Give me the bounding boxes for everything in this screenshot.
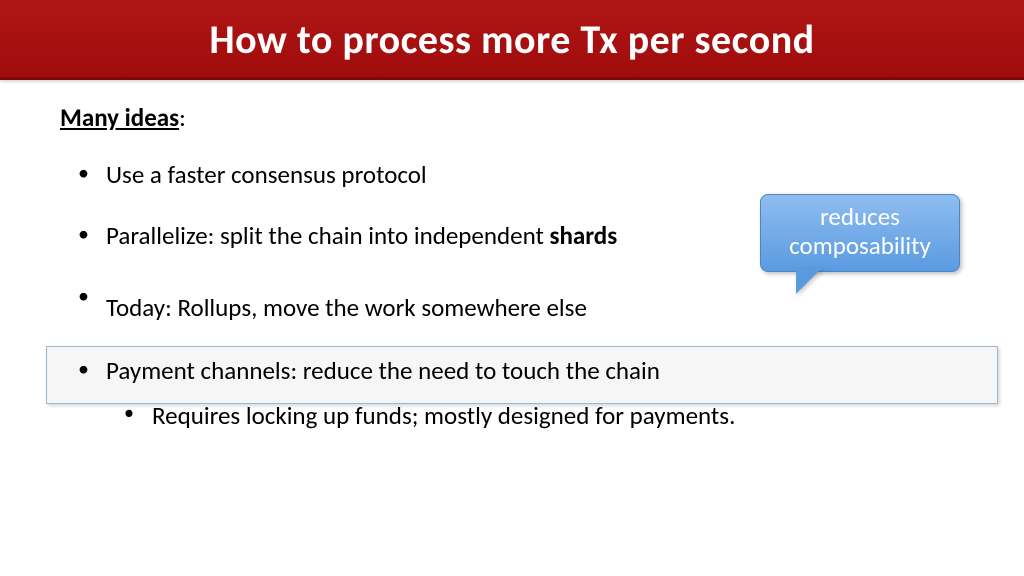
bullet-payment-channels: Payment channels: reduce the need to tou… [60,355,974,433]
slide-body: reduces composability Many ideas: Use a … [0,80,1024,576]
callout-line1: reduces [771,203,949,232]
title-bar: How to process more Tx per second [0,0,1024,80]
callout-line2: composability [771,232,949,261]
callout-box: reduces composability [760,194,960,272]
bullet-text: Payment channels: reduce the need to tou… [106,355,660,386]
sub-bullet-list: Requires locking up funds; mostly design… [106,400,974,433]
callout-reduces-composability: reduces composability [760,194,960,272]
lead-suffix: : [179,102,186,133]
slide-title: How to process more Tx per second [209,15,814,64]
lead-line: Many ideas: [60,102,974,133]
bullet-text-pre: Parallelize: split the chain into indepe… [106,220,550,251]
bullet-text-bold: shards [550,220,618,251]
bullet-faster-consensus: Use a faster consensus protocol [60,159,974,190]
sub-bullet-locking-funds: Requires locking up funds; mostly design… [106,400,974,433]
callout-tail-icon [796,268,822,294]
lead-label: Many ideas [60,102,179,133]
sub-bullet-text: Requires locking up funds; mostly design… [152,400,735,431]
bullet-text: Use a faster consensus protocol [106,159,427,190]
bullet-rollups-today: Today: Rollups, move the work somewhere … [60,282,974,333]
bullet-text: Today: Rollups, move the work somewhere … [106,292,587,323]
